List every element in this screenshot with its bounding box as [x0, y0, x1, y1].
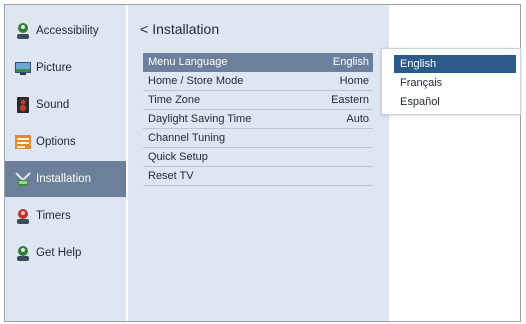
setting-value: Eastern: [331, 94, 369, 106]
setting-row-reset-tv[interactable]: Reset TV: [143, 167, 373, 186]
sidebar-item-label: Accessibility: [36, 25, 99, 37]
page-title-text: Installation: [152, 21, 220, 37]
sound-icon: [14, 96, 32, 114]
sidebar-item-label: Installation: [36, 173, 91, 185]
language-option-espanol[interactable]: Español: [394, 93, 516, 111]
setting-row-menu-language[interactable]: Menu Language English: [143, 53, 373, 72]
sidebar-item-label: Picture: [36, 62, 72, 74]
setting-value: Home: [339, 75, 369, 87]
language-option-english[interactable]: English: [394, 55, 516, 73]
setting-value: English: [332, 56, 369, 68]
sidebar-item-options[interactable]: Options: [5, 124, 126, 160]
setting-row-daylight-saving-time[interactable]: Daylight Saving Time Auto: [143, 110, 373, 129]
setting-row-time-zone[interactable]: Time Zone Eastern: [143, 91, 373, 110]
sidebar-item-picture[interactable]: Picture: [5, 50, 126, 86]
setting-name: Menu Language: [148, 56, 228, 68]
picture-icon: [14, 59, 32, 77]
timers-icon: [14, 207, 32, 225]
language-dropdown: English Français Español: [381, 48, 521, 115]
sidebar-item-label: Timers: [36, 210, 71, 222]
installation-icon: [14, 170, 32, 188]
sidebar-item-sound[interactable]: Sound: [5, 87, 126, 123]
sidebar-item-installation[interactable]: Installation: [5, 161, 126, 197]
sidebar-item-label: Sound: [36, 99, 70, 111]
settings-list: Menu Language English Home / Store Mode …: [143, 53, 373, 186]
setting-name: Daylight Saving Time: [148, 113, 252, 125]
setting-row-home-store-mode[interactable]: Home / Store Mode Home: [143, 72, 373, 91]
setting-name: Quick Setup: [148, 151, 208, 163]
setting-name: Channel Tuning: [148, 132, 226, 144]
get-help-icon: [14, 244, 32, 262]
setting-value: Auto: [346, 113, 369, 125]
accessibility-icon: [14, 22, 32, 40]
language-option-francais[interactable]: Français: [394, 74, 516, 92]
setting-name: Home / Store Mode: [148, 75, 244, 87]
sidebar-item-timers[interactable]: Timers: [5, 198, 126, 234]
back-chevron-icon[interactable]: <: [140, 21, 148, 37]
sidebar: Accessibility Picture Sound Options Inst…: [5, 5, 126, 321]
setting-name: Time Zone: [148, 94, 201, 106]
installation-panel: < Installation Menu Language English Home…: [128, 5, 389, 321]
page-title: < Installation: [140, 21, 219, 37]
options-icon: [14, 133, 32, 151]
setting-name: Reset TV: [148, 170, 194, 182]
sidebar-item-accessibility[interactable]: Accessibility: [5, 13, 126, 49]
sidebar-item-get-help[interactable]: Get Help: [5, 235, 126, 271]
sidebar-item-label: Options: [36, 136, 76, 148]
setting-row-quick-setup[interactable]: Quick Setup: [143, 148, 373, 167]
sidebar-item-label: Get Help: [36, 247, 82, 259]
setting-row-channel-tuning[interactable]: Channel Tuning: [143, 129, 373, 148]
